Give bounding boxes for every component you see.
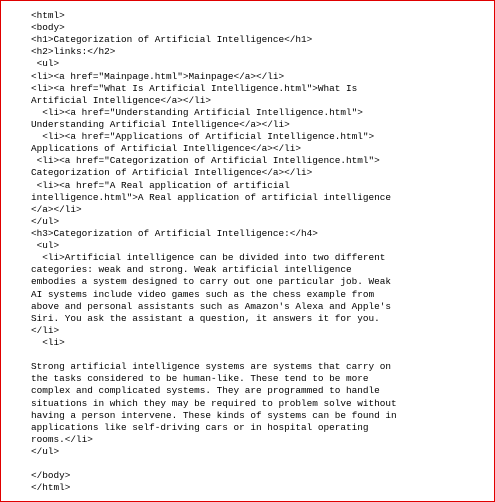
code-line: </li>: [31, 324, 60, 336]
code-line: </ul>: [31, 445, 60, 457]
code-line: complex and complicated systems. They ar…: [31, 385, 380, 397]
code-line: </ul>: [31, 215, 60, 227]
code-line: applications like self-driving cars or i…: [31, 421, 369, 433]
code-line: <html>: [31, 10, 65, 21]
code-line: </html>: [31, 482, 71, 494]
code-line: <li><a href="What Is Artificial Intellig…: [31, 82, 358, 94]
code-line: Strong artificial intelligence systems a…: [31, 361, 392, 373]
code-line: </body>: [31, 470, 71, 482]
code-line: AI systems include video games such as t…: [31, 288, 375, 300]
code-line: above and personal assistants such as Am…: [31, 300, 392, 312]
code-line: Understanding Artificial Intelligence</a…: [31, 118, 290, 130]
code-line: rooms.</li>: [31, 433, 93, 445]
document-frame: <html> <body> <h1>Categorization of Artifi…: [0, 0, 495, 502]
code-line: <h2>links:</h2>: [31, 46, 116, 58]
code-line: <h1>Categorization of Artificial Intelli…: [31, 34, 313, 46]
code-line: <li><a href="Understanding Artificial In…: [31, 106, 363, 118]
code-line: Applications of Artificial Intelligence<…: [31, 143, 302, 155]
code-line: </a></li>: [31, 203, 82, 215]
code-line: intelligence.html">A Real application of…: [31, 191, 392, 203]
code-line: Artificial Intelligence</a></li>: [31, 94, 212, 106]
code-text: <html> <body> <h1>Categorization of Artifi…: [31, 10, 397, 494]
code-line: Siri. You ask the assistant a question, …: [31, 312, 380, 324]
code-line: <li><a href="Applications of Artificial …: [31, 131, 375, 143]
code-line: <li><a href="Mainpage.html">Mainpage</a>…: [31, 70, 285, 82]
code-line: <ul>: [31, 240, 60, 252]
code-line: <li>Artificial intelligence can be divid…: [31, 252, 386, 264]
code-line: <body>: [31, 22, 65, 34]
code-line: categories: weak and strong. Weak artifi…: [31, 264, 352, 276]
code-line: Categorization of Artificial Intelligenc…: [31, 167, 313, 179]
code-line: having a person intervene. These kinds o…: [31, 409, 397, 421]
code-line: <li><a href="Categorization of Artificia…: [31, 155, 380, 167]
code-line: situations in which they may be required…: [31, 397, 397, 409]
code-line: the tasks considered to be human-like. T…: [31, 373, 369, 385]
code-line: <ul>: [31, 58, 60, 70]
code-line: <li>: [31, 336, 65, 348]
code-line: <h3>Categorization of Artificial Intelli…: [31, 227, 318, 239]
code-line: embodies a system designed to carry out …: [31, 276, 392, 288]
code-line: <li><a href="A Real application of artif…: [31, 179, 290, 191]
